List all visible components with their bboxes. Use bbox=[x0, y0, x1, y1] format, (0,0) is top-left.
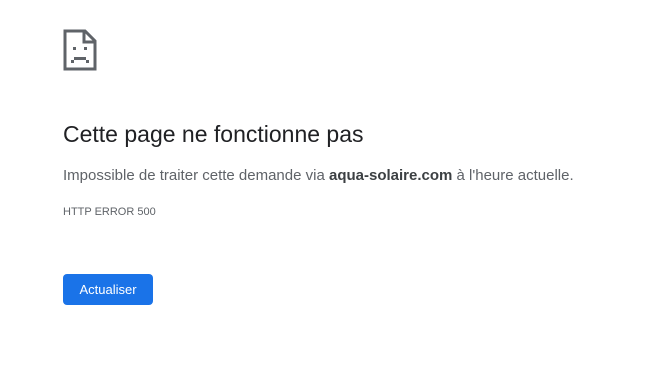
error-code: HTTP ERROR 500 bbox=[63, 206, 156, 218]
reload-button[interactable]: Actualiser bbox=[63, 274, 153, 305]
description-prefix: Impossible de traiter cette demande via bbox=[63, 167, 329, 184]
description-suffix: à l'heure actuelle. bbox=[452, 167, 574, 184]
sad-page-icon bbox=[63, 29, 97, 71]
page-title: Cette page ne fonctionne pas bbox=[63, 121, 364, 147]
error-description: Impossible de traiter cette demande via … bbox=[63, 166, 574, 186]
description-domain: aqua-solaire.com bbox=[328, 167, 453, 184]
